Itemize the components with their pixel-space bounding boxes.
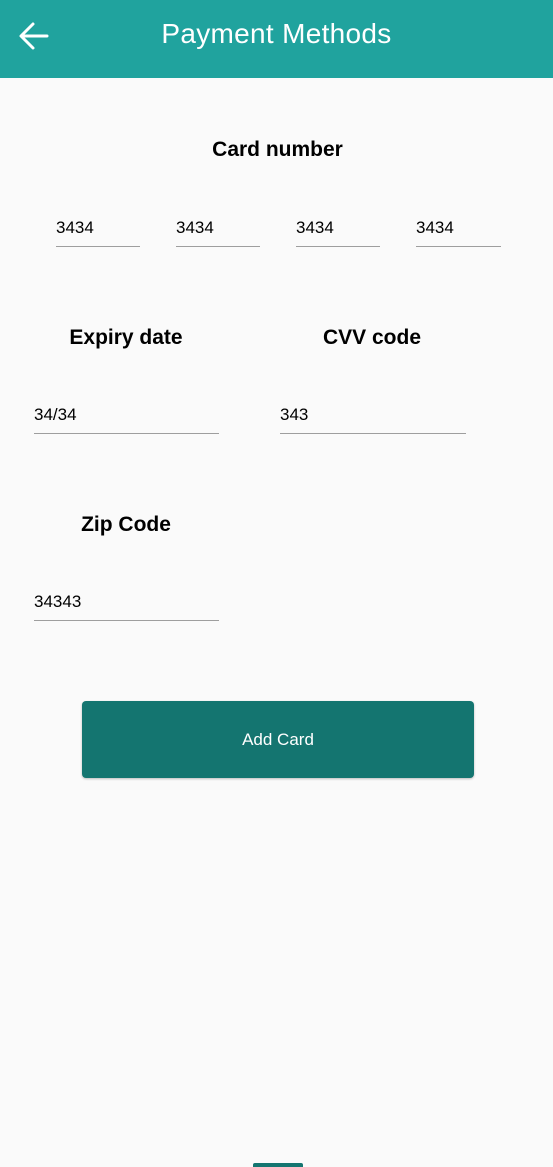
home-indicator: [253, 1163, 303, 1167]
card-number-group-2-input[interactable]: [176, 213, 260, 243]
card-number-group-3-field[interactable]: [296, 213, 380, 247]
card-number-group-1-input[interactable]: [56, 213, 140, 243]
page-title: Payment Methods: [161, 18, 392, 49]
card-number-group-3-input[interactable]: [296, 213, 380, 243]
zip-code-input[interactable]: [34, 587, 219, 617]
app-bar: Payment Methods: [0, 0, 553, 78]
cvv-code-field[interactable]: [280, 400, 466, 434]
card-number-group-1-field[interactable]: [56, 213, 140, 247]
zip-code-field[interactable]: [34, 587, 219, 621]
cvv-code-input[interactable]: [280, 400, 466, 430]
add-card-button[interactable]: Add Card: [82, 701, 474, 778]
expiry-date-field[interactable]: [34, 400, 219, 434]
card-number-group-4-input[interactable]: [416, 213, 501, 243]
expiry-date-label: Expiry date: [69, 326, 183, 349]
zip-code-label: Zip Code: [81, 513, 171, 536]
card-number-group-4-field[interactable]: [416, 213, 501, 247]
card-number-label: Card number: [212, 138, 343, 161]
expiry-date-input[interactable]: [34, 400, 219, 430]
card-number-group-2-field[interactable]: [176, 213, 260, 247]
cvv-code-label: CVV code: [322, 326, 422, 349]
